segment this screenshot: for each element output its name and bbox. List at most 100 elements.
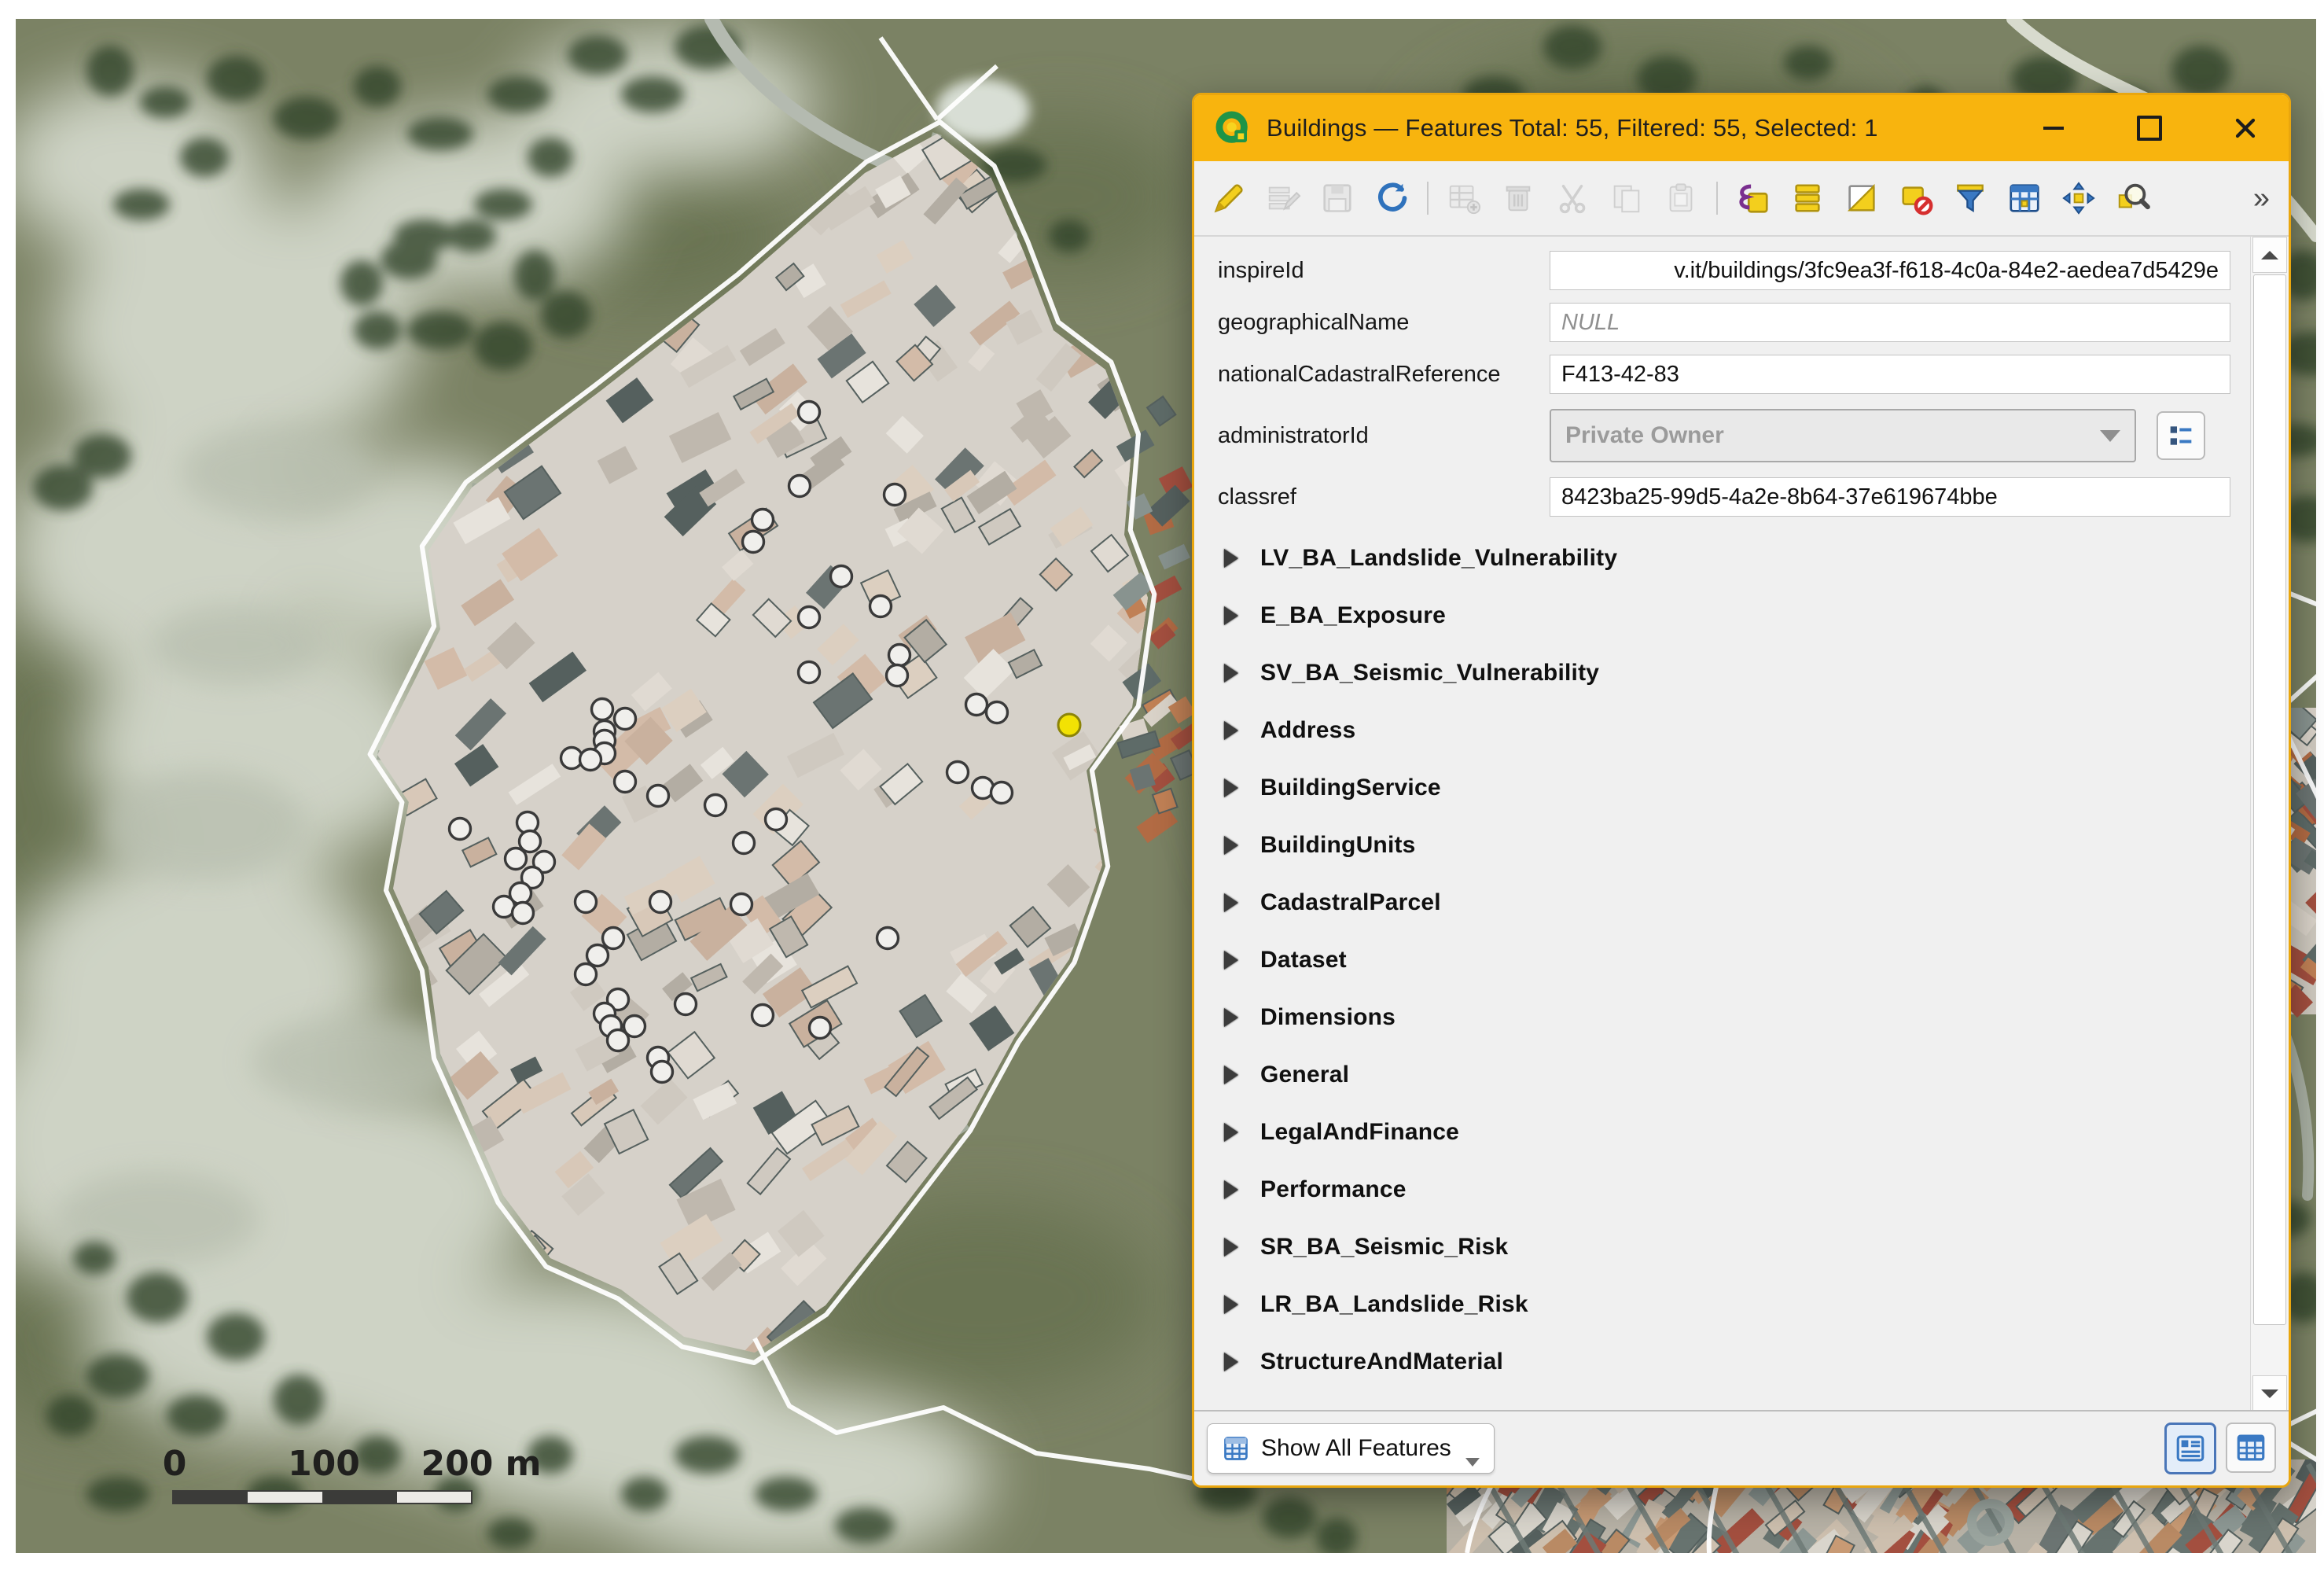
feature-marker[interactable] xyxy=(799,607,820,628)
pan-to-selection-button[interactable] xyxy=(2060,179,2098,217)
feature-marker[interactable] xyxy=(734,833,755,854)
scrollbar-thumb[interactable] xyxy=(2253,274,2286,1325)
dialog-titlebar[interactable]: Buildings — Features Total: 55, Filtered… xyxy=(1194,95,2289,161)
feature-marker[interactable] xyxy=(592,699,613,720)
feature-marker[interactable] xyxy=(731,894,752,915)
feature-marker[interactable] xyxy=(870,596,892,617)
paste-button[interactable] xyxy=(1662,179,1700,217)
feature-marker[interactable] xyxy=(506,848,527,870)
feature-marker[interactable] xyxy=(580,749,601,771)
save-edits-icon xyxy=(1319,180,1355,216)
close-icon xyxy=(2234,116,2257,140)
geographicalName-input[interactable]: NULL xyxy=(1550,303,2230,342)
feature-marker[interactable] xyxy=(877,928,899,949)
feature-marker[interactable] xyxy=(675,994,697,1015)
feature-marker[interactable] xyxy=(966,694,987,716)
group-header-SV_BA_Seismic_Vulnerability[interactable]: SV_BA_Seismic_Vulnerability xyxy=(1194,644,2251,701)
group-header-LegalAndFinance[interactable]: LegalAndFinance xyxy=(1194,1103,2251,1161)
invert-selection-button[interactable] xyxy=(1843,179,1881,217)
feature-marker[interactable] xyxy=(887,665,908,686)
feature-marker[interactable] xyxy=(831,566,852,587)
classref-input[interactable]: 8423ba25-99d5-4a2e-8b64-37e619674bbe xyxy=(1550,477,2230,517)
feature-marker[interactable] xyxy=(743,532,764,553)
feature-marker[interactable] xyxy=(450,819,471,840)
add-feature-button[interactable] xyxy=(1445,179,1483,217)
value-relation-button[interactable] xyxy=(2157,411,2205,460)
feature-marker[interactable] xyxy=(810,1018,831,1039)
feature-filter-button[interactable]: Show All Features xyxy=(1207,1423,1495,1474)
expand-arrow-icon xyxy=(1224,778,1238,797)
group-header-General[interactable]: General xyxy=(1194,1046,2251,1103)
group-header-LV_BA_Landslide_Vulnerability[interactable]: LV_BA_Landslide_Vulnerability xyxy=(1194,529,2251,587)
feature-marker[interactable] xyxy=(889,645,910,666)
expand-arrow-icon xyxy=(1224,664,1238,683)
select-all-icon xyxy=(1789,180,1826,216)
group-header-StructureAndMaterial[interactable]: StructureAndMaterial xyxy=(1194,1333,2251,1390)
inspireId-input[interactable]: v.it/buildings/3fc9ea3f-f618-4c0a-84e2-a… xyxy=(1550,251,2230,290)
feature-marker[interactable] xyxy=(650,892,671,913)
feature-marker[interactable] xyxy=(799,662,820,683)
zoom-to-selection-button[interactable] xyxy=(2114,179,2152,217)
feature-marker[interactable] xyxy=(752,510,774,531)
scroll-down-button[interactable] xyxy=(2252,1375,2287,1412)
group-header-Address[interactable]: Address xyxy=(1194,701,2251,759)
copy-button[interactable] xyxy=(1608,179,1646,217)
feature-marker[interactable] xyxy=(652,1062,673,1083)
feature-marker[interactable] xyxy=(766,809,787,830)
group-header-BuildingService[interactable]: BuildingService xyxy=(1194,759,2251,816)
feature-marker[interactable] xyxy=(947,762,969,783)
delete-selected-button[interactable] xyxy=(1499,179,1537,217)
close-button[interactable] xyxy=(2223,109,2268,148)
feature-marker[interactable] xyxy=(615,771,636,793)
form-view-button[interactable] xyxy=(2164,1423,2216,1474)
reload-button[interactable] xyxy=(1373,179,1410,217)
feature-marker[interactable] xyxy=(608,1030,629,1051)
feature-marker[interactable] xyxy=(789,476,811,497)
group-header-E_BA_Exposure[interactable]: E_BA_Exposure xyxy=(1194,587,2251,644)
feature-marker[interactable] xyxy=(884,484,906,506)
qgis-logo-icon xyxy=(1215,110,1251,146)
filter-by-form-button[interactable] xyxy=(1951,179,1989,217)
administrator-select-value: Private Owner xyxy=(1565,422,2092,449)
group-header-Dimensions[interactable]: Dimensions xyxy=(1194,988,2251,1046)
group-header-LR_BA_Landslide_Risk[interactable]: LR_BA_Landslide_Risk xyxy=(1194,1275,2251,1333)
vertical-scrollbar[interactable] xyxy=(2250,237,2289,1412)
scroll-up-button[interactable] xyxy=(2252,237,2287,273)
feature-marker[interactable] xyxy=(575,964,597,985)
cut-button[interactable] xyxy=(1554,179,1591,217)
select-by-expression-button[interactable] xyxy=(1734,179,1772,217)
toolbar-overflow-chevron[interactable]: » xyxy=(2253,183,2273,213)
toggle-editing-button[interactable] xyxy=(1210,179,1248,217)
feature-filter-label: Show All Features xyxy=(1261,1435,1451,1462)
feature-marker[interactable] xyxy=(799,402,820,423)
feature-marker[interactable] xyxy=(752,1005,774,1026)
multi-edit-button[interactable] xyxy=(1264,179,1302,217)
feature-marker[interactable] xyxy=(991,782,1013,804)
feature-marker[interactable] xyxy=(705,795,726,816)
group-header-CadastralParcel[interactable]: CadastralParcel xyxy=(1194,874,2251,931)
feature-marker[interactable] xyxy=(587,945,609,966)
deselect-all-button[interactable] xyxy=(1897,179,1935,217)
feature-marker[interactable] xyxy=(648,786,669,807)
feature-marker[interactable] xyxy=(615,709,636,730)
organize-columns-button[interactable] xyxy=(2006,179,2043,217)
group-header-Dataset[interactable]: Dataset xyxy=(1194,931,2251,988)
minimize-button[interactable] xyxy=(2031,109,2076,148)
feature-marker[interactable] xyxy=(575,892,597,913)
maximize-button[interactable] xyxy=(2127,109,2172,148)
selected-feature-marker[interactable] xyxy=(1058,714,1080,736)
feature-marker[interactable] xyxy=(603,928,624,949)
nationalCadastralReference-input[interactable]: F413-42-83 xyxy=(1550,355,2230,394)
toolbar-separator xyxy=(1427,182,1429,215)
save-edits-button[interactable] xyxy=(1318,179,1356,217)
feature-marker[interactable] xyxy=(987,702,1008,723)
group-name: LR_BA_Landslide_Risk xyxy=(1260,1291,1528,1318)
select-all-button[interactable] xyxy=(1789,179,1826,217)
group-header-BuildingUnits[interactable]: BuildingUnits xyxy=(1194,816,2251,874)
group-header-SR_BA_Seismic_Risk[interactable]: SR_BA_Seismic_Risk xyxy=(1194,1218,2251,1275)
group-header-Performance[interactable]: Performance xyxy=(1194,1161,2251,1218)
feature-marker[interactable] xyxy=(513,903,534,924)
group-name: General xyxy=(1260,1062,1349,1088)
table-view-button[interactable] xyxy=(2226,1423,2276,1473)
administrator-select[interactable]: Private Owner xyxy=(1550,409,2136,462)
